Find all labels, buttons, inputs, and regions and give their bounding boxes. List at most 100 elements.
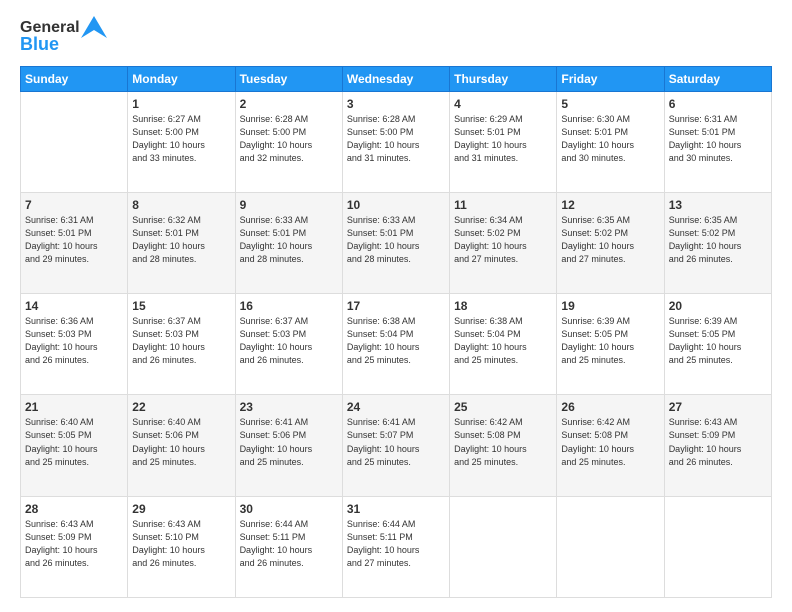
day-number: 10 [347, 198, 445, 212]
cell-details: Sunrise: 6:29 AM Sunset: 5:01 PM Dayligh… [454, 113, 552, 165]
day-number: 3 [347, 97, 445, 111]
calendar-header: SundayMondayTuesdayWednesdayThursdayFrid… [21, 66, 772, 91]
calendar-week-2: 7 Sunrise: 6:31 AM Sunset: 5:01 PM Daylig… [21, 192, 772, 293]
cell-details: Sunrise: 6:38 AM Sunset: 5:04 PM Dayligh… [454, 315, 552, 367]
page: General Blue SundayMondayTuesdayWednesda… [0, 0, 792, 612]
calendar-cell: 7 Sunrise: 6:31 AM Sunset: 5:01 PM Daylig… [21, 192, 128, 293]
day-number: 20 [669, 299, 767, 313]
day-number: 18 [454, 299, 552, 313]
calendar-cell: 6 Sunrise: 6:31 AM Sunset: 5:01 PM Daylig… [664, 91, 771, 192]
cell-details: Sunrise: 6:32 AM Sunset: 5:01 PM Dayligh… [132, 214, 230, 266]
day-number: 16 [240, 299, 338, 313]
day-number: 26 [561, 400, 659, 414]
calendar-cell [557, 496, 664, 597]
cell-details: Sunrise: 6:39 AM Sunset: 5:05 PM Dayligh… [561, 315, 659, 367]
day-number: 19 [561, 299, 659, 313]
calendar-cell: 21Sunrise: 6:40 AM Sunset: 5:05 PM Dayli… [21, 395, 128, 496]
weekday-wednesday: Wednesday [342, 66, 449, 91]
calendar-cell: 1Sunrise: 6:27 AM Sunset: 5:00 PM Daylig… [128, 91, 235, 192]
cell-details: Sunrise: 6:44 AM Sunset: 5:11 PM Dayligh… [347, 518, 445, 570]
cell-details: Sunrise: 6:34 AM Sunset: 5:02 PM Dayligh… [454, 214, 552, 266]
cell-details: Sunrise: 6:28 AM Sunset: 5:00 PM Dayligh… [347, 113, 445, 165]
calendar-cell: 26 Sunrise: 6:42 AM Sunset: 5:08 PM Dayli… [557, 395, 664, 496]
calendar-cell: 28 Sunrise: 6:43 AM Sunset: 5:09 PM Dayli… [21, 496, 128, 597]
calendar-cell: 8 Sunrise: 6:32 AM Sunset: 5:01 PM Daylig… [128, 192, 235, 293]
logo-icon [81, 16, 107, 38]
calendar-cell: 17Sunrise: 6:38 AM Sunset: 5:04 PM Dayli… [342, 294, 449, 395]
weekday-tuesday: Tuesday [235, 66, 342, 91]
cell-details: Sunrise: 6:43 AM Sunset: 5:09 PM Dayligh… [25, 518, 123, 570]
weekday-thursday: Thursday [450, 66, 557, 91]
day-number: 22 [132, 400, 230, 414]
cell-details: Sunrise: 6:39 AM Sunset: 5:05 PM Dayligh… [669, 315, 767, 367]
calendar-cell: 19 Sunrise: 6:39 AM Sunset: 5:05 PM Dayli… [557, 294, 664, 395]
day-number: 7 [25, 198, 123, 212]
day-number: 21 [25, 400, 123, 414]
logo: General Blue [20, 18, 107, 56]
calendar-cell: 10 Sunrise: 6:33 AM Sunset: 5:01 PM Dayli… [342, 192, 449, 293]
calendar-cell [450, 496, 557, 597]
calendar-cell [21, 91, 128, 192]
calendar-cell: 25 Sunrise: 6:42 AM Sunset: 5:08 PM Dayli… [450, 395, 557, 496]
day-number: 25 [454, 400, 552, 414]
calendar-cell: 22 Sunrise: 6:40 AM Sunset: 5:06 PM Dayli… [128, 395, 235, 496]
calendar-cell: 18 Sunrise: 6:38 AM Sunset: 5:04 PM Dayli… [450, 294, 557, 395]
cell-details: Sunrise: 6:35 AM Sunset: 5:02 PM Dayligh… [669, 214, 767, 266]
day-number: 27 [669, 400, 767, 414]
day-number: 12 [561, 198, 659, 212]
weekday-monday: Monday [128, 66, 235, 91]
header: General Blue [20, 18, 772, 56]
day-number: 23 [240, 400, 338, 414]
day-number: 28 [25, 502, 123, 516]
cell-details: Sunrise: 6:42 AM Sunset: 5:08 PM Dayligh… [561, 416, 659, 468]
calendar-cell: 2Sunrise: 6:28 AM Sunset: 5:00 PM Daylig… [235, 91, 342, 192]
calendar-body: 1Sunrise: 6:27 AM Sunset: 5:00 PM Daylig… [21, 91, 772, 597]
cell-details: Sunrise: 6:31 AM Sunset: 5:01 PM Dayligh… [669, 113, 767, 165]
cell-details: Sunrise: 6:33 AM Sunset: 5:01 PM Dayligh… [240, 214, 338, 266]
day-number: 31 [347, 502, 445, 516]
calendar-table: SundayMondayTuesdayWednesdayThursdayFrid… [20, 66, 772, 598]
cell-details: Sunrise: 6:33 AM Sunset: 5:01 PM Dayligh… [347, 214, 445, 266]
calendar-week-3: 14Sunrise: 6:36 AM Sunset: 5:03 PM Dayli… [21, 294, 772, 395]
calendar-cell: 29 Sunrise: 6:43 AM Sunset: 5:10 PM Dayli… [128, 496, 235, 597]
calendar-week-5: 28 Sunrise: 6:43 AM Sunset: 5:09 PM Dayli… [21, 496, 772, 597]
day-number: 2 [240, 97, 338, 111]
day-number: 13 [669, 198, 767, 212]
day-number: 30 [240, 502, 338, 516]
cell-details: Sunrise: 6:43 AM Sunset: 5:10 PM Dayligh… [132, 518, 230, 570]
weekday-sunday: Sunday [21, 66, 128, 91]
calendar-cell: 5 Sunrise: 6:30 AM Sunset: 5:01 PM Daylig… [557, 91, 664, 192]
calendar-cell: 11 Sunrise: 6:34 AM Sunset: 5:02 PM Dayli… [450, 192, 557, 293]
day-number: 5 [561, 97, 659, 111]
cell-details: Sunrise: 6:43 AM Sunset: 5:09 PM Dayligh… [669, 416, 767, 468]
cell-details: Sunrise: 6:42 AM Sunset: 5:08 PM Dayligh… [454, 416, 552, 468]
cell-details: Sunrise: 6:30 AM Sunset: 5:01 PM Dayligh… [561, 113, 659, 165]
cell-details: Sunrise: 6:41 AM Sunset: 5:07 PM Dayligh… [347, 416, 445, 468]
weekday-header-row: SundayMondayTuesdayWednesdayThursdayFrid… [21, 66, 772, 91]
logo-blue-text: Blue [20, 34, 59, 56]
cell-details: Sunrise: 6:36 AM Sunset: 5:03 PM Dayligh… [25, 315, 123, 367]
cell-details: Sunrise: 6:37 AM Sunset: 5:03 PM Dayligh… [132, 315, 230, 367]
calendar-cell: 23Sunrise: 6:41 AM Sunset: 5:06 PM Dayli… [235, 395, 342, 496]
cell-details: Sunrise: 6:27 AM Sunset: 5:00 PM Dayligh… [132, 113, 230, 165]
weekday-friday: Friday [557, 66, 664, 91]
cell-details: Sunrise: 6:44 AM Sunset: 5:11 PM Dayligh… [240, 518, 338, 570]
calendar-cell: 12Sunrise: 6:35 AM Sunset: 5:02 PM Dayli… [557, 192, 664, 293]
day-number: 11 [454, 198, 552, 212]
cell-details: Sunrise: 6:37 AM Sunset: 5:03 PM Dayligh… [240, 315, 338, 367]
day-number: 6 [669, 97, 767, 111]
calendar-week-4: 21Sunrise: 6:40 AM Sunset: 5:05 PM Dayli… [21, 395, 772, 496]
weekday-saturday: Saturday [664, 66, 771, 91]
calendar-week-1: 1Sunrise: 6:27 AM Sunset: 5:00 PM Daylig… [21, 91, 772, 192]
day-number: 29 [132, 502, 230, 516]
calendar-cell: 20 Sunrise: 6:39 AM Sunset: 5:05 PM Dayli… [664, 294, 771, 395]
calendar-cell [664, 496, 771, 597]
day-number: 17 [347, 299, 445, 313]
day-number: 4 [454, 97, 552, 111]
calendar-cell: 13 Sunrise: 6:35 AM Sunset: 5:02 PM Dayli… [664, 192, 771, 293]
cell-details: Sunrise: 6:40 AM Sunset: 5:06 PM Dayligh… [132, 416, 230, 468]
calendar-cell: 27 Sunrise: 6:43 AM Sunset: 5:09 PM Dayli… [664, 395, 771, 496]
day-number: 8 [132, 198, 230, 212]
cell-details: Sunrise: 6:31 AM Sunset: 5:01 PM Dayligh… [25, 214, 123, 266]
day-number: 15 [132, 299, 230, 313]
